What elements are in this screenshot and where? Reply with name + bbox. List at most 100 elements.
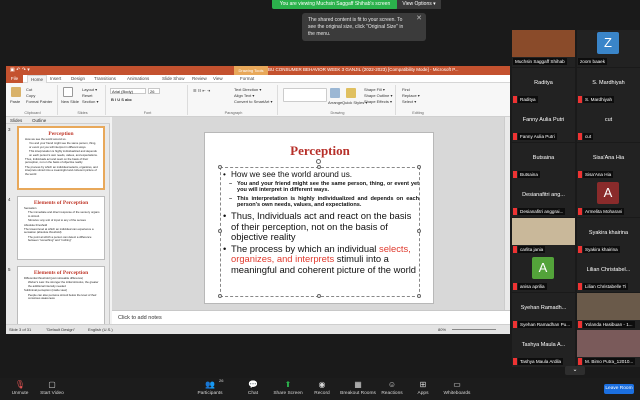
new-slide-button[interactable]: New Slide — [61, 99, 79, 104]
quick-styles-icon[interactable] — [346, 88, 356, 98]
participant-tile[interactable]: Tashya Maula A... Tashya Maula Ardila — [512, 330, 575, 367]
notes-pane[interactable]: Click to add notes — [112, 310, 510, 324]
zoom-slider[interactable] — [452, 329, 496, 330]
leave-room-button[interactable]: Leave Room — [604, 384, 634, 394]
replace-button[interactable]: Replace ▾ — [402, 93, 420, 98]
font-style-buttons[interactable]: B I U S abc — [111, 97, 132, 102]
layout-button[interactable]: Layout ▾ — [82, 87, 97, 92]
font-family-select[interactable]: Arial (Body) — [110, 88, 146, 94]
section-button[interactable]: Section ▾ — [82, 99, 98, 104]
participant-tile[interactable]: Syehan Ramadh... Syehan Ramadhan Pu... — [512, 292, 575, 330]
participant-tile[interactable]: Fanny Aulia Putri Fanny Aulia Putri — [512, 105, 575, 142]
resize-handle[interactable] — [417, 165, 421, 169]
paste-icon[interactable] — [11, 87, 21, 97]
slide-thumbnails-panel[interactable]: 3 Perception How we see the world around… — [6, 124, 110, 324]
participant-tile[interactable]: Syakira khairina Syakira khairina — [577, 217, 640, 255]
slides-label: Slides — [77, 111, 88, 115]
resize-handle[interactable] — [417, 294, 421, 298]
participant-name-label: Syehan Ramadhan Pu... — [518, 320, 573, 328]
tab-file[interactable]: File — [6, 75, 23, 83]
participant-tile[interactable]: Yolanda Hasibuan - 1... — [577, 292, 640, 330]
slide-thumbnail[interactable]: Elements of Perception Differential thre… — [17, 266, 105, 324]
slide-thumbnail[interactable]: Elements of Perception Sensation The imm… — [17, 196, 105, 260]
participant-tile[interactable]: Desianafitri ang... Desianafitri anggrai.… — [512, 180, 575, 217]
shape-fill-button[interactable]: Shape Fill ▾ — [364, 87, 385, 92]
convert-smartart-button[interactable]: Convert to SmartArt ▾ — [234, 99, 272, 104]
tab-review[interactable]: Review — [192, 76, 207, 81]
tab-view[interactable]: View — [213, 76, 223, 81]
resize-handle[interactable] — [317, 294, 321, 298]
resize-handle[interactable] — [218, 294, 222, 298]
resize-handle[interactable] — [218, 229, 222, 233]
tab-home[interactable]: Home — [27, 75, 48, 83]
align-text-button[interactable]: Align Text ▾ — [234, 93, 254, 98]
participant-tile[interactable]: cut cut — [577, 105, 640, 142]
participant-tile[interactable]: Zzoom baaek — [577, 30, 640, 67]
cut-button[interactable]: Cut — [26, 87, 32, 92]
list-buttons[interactable]: ☰ ☷ ⇤ ⇥ — [193, 88, 210, 93]
tab-animations[interactable]: Animations — [127, 76, 149, 81]
font-size-select[interactable]: 26 — [148, 88, 160, 94]
start-video-button[interactable]: ▢ Start Video — [32, 379, 72, 397]
slide-thumbnail[interactable]: Perception How we see the world around u… — [17, 126, 105, 190]
tab-insert[interactable]: Insert — [50, 76, 61, 81]
tab-slide-show[interactable]: Slide Show — [162, 76, 185, 81]
shape-outline-button[interactable]: Shape Outline ▾ — [364, 93, 392, 98]
participant-tile[interactable]: S. Mardhiyah S. Mardhiyah — [577, 67, 640, 105]
participants-button[interactable]: 👥 Participants — [190, 379, 230, 397]
reset-button[interactable]: Reset — [82, 93, 92, 98]
avatar: A — [532, 257, 554, 279]
whiteboards-button[interactable]: ▭ Whiteboards — [437, 379, 477, 397]
participant-tile[interactable]: Muchsin Saggaff Shihab — [512, 30, 575, 67]
view-options-button[interactable]: View Options ▾ — [397, 0, 441, 9]
zoom-level[interactable]: 80% — [438, 327, 446, 332]
new-slide-icon[interactable] — [63, 87, 73, 97]
rotate-handle[interactable] — [316, 159, 321, 164]
muted-mic-icon — [578, 208, 582, 215]
participant-tile[interactable]: M. Bimo Putra_12010... — [577, 330, 640, 367]
arrange-icon[interactable] — [330, 88, 340, 98]
find-button[interactable]: Find — [402, 87, 410, 92]
copy-button[interactable]: Copy — [26, 93, 35, 98]
participant-tile[interactable]: Lilian Christabel... Lilian Christabelle … — [577, 255, 640, 292]
record-button[interactable]: ◉ Record — [302, 379, 342, 397]
shapes-gallery[interactable] — [283, 88, 327, 102]
participant-tile[interactable]: Aanisa aprilia — [512, 255, 575, 292]
vertical-scrollbar[interactable] — [504, 117, 510, 317]
language: English (U.S.) — [88, 327, 113, 332]
tab-outline[interactable]: Outline — [32, 117, 46, 124]
participants-count: 26 — [219, 378, 224, 383]
participant-tile[interactable]: Sisa'Ana Hia Sisa'Ana Hia — [577, 142, 640, 180]
paste-button[interactable]: Paste — [10, 99, 20, 104]
muted-mic-icon — [578, 170, 582, 178]
participant-tile[interactable]: carlita jania — [512, 217, 575, 255]
bullet-1: How we see the world around us. — [223, 170, 419, 180]
chat-button[interactable]: 💬 Chat — [233, 379, 273, 397]
select-button[interactable]: Select ▾ — [402, 99, 416, 104]
shape-effects-button[interactable]: Shape Effects ▾ — [364, 99, 392, 104]
thumbnail-line: The immediate and direct response of the… — [28, 210, 100, 218]
participant-tile[interactable]: Raditya Raditya — [512, 67, 575, 105]
current-slide[interactable]: Perception How we see the world around u… — [204, 132, 434, 304]
participant-tile[interactable]: A Armelita Moharani — [577, 180, 640, 217]
font-group: Arial (Body) 26 B I U S abc Font — [108, 85, 188, 115]
participant-tile[interactable]: Butsaina Butsaina — [512, 142, 575, 180]
tab-design[interactable]: Design — [71, 76, 85, 81]
arrange-button[interactable]: Arrange — [328, 100, 342, 105]
muted-mic-icon — [578, 358, 582, 365]
tab-format[interactable]: Format — [240, 76, 254, 81]
resize-handle[interactable] — [218, 165, 222, 169]
slide-title[interactable]: Perception — [205, 143, 435, 159]
thumbnail-line: The lowest level at which an individual … — [24, 227, 94, 235]
participant-name-label: Raditya — [518, 95, 538, 103]
tab-transitions[interactable]: Transitions — [94, 76, 116, 81]
quick-access-toolbar[interactable]: ▣ ↶ ↷ ▾ — [10, 67, 30, 73]
participant-display-name: Fanny Aulia Putri — [522, 117, 565, 123]
chevron-down-icon[interactable]: ⌄ — [565, 366, 585, 375]
format-painter-button[interactable]: Format Painter — [26, 99, 52, 104]
participant-name-label: cut — [583, 133, 594, 140]
close-icon[interactable]: ✕ — [416, 15, 422, 22]
tab-slides[interactable]: Slides — [10, 117, 22, 124]
resize-handle[interactable] — [317, 165, 321, 169]
text-direction-button[interactable]: Text Direction ▾ — [234, 87, 261, 92]
